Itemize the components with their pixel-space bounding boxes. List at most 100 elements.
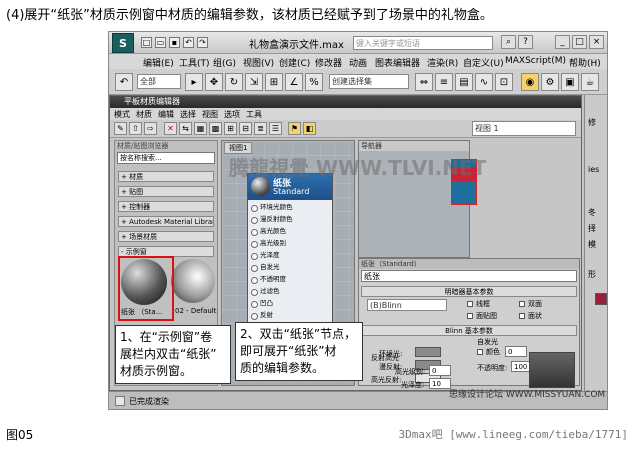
menu-item[interactable]: 视图(V): [243, 56, 274, 69]
layout-children-icon[interactable]: ⊟: [239, 122, 252, 135]
face-map-checkbox[interactable]: [467, 313, 473, 319]
open-file-icon[interactable]: ▭: [155, 37, 166, 48]
snap-icon[interactable]: ⊞: [265, 73, 283, 91]
panel-tab[interactable]: 冬: [588, 207, 596, 218]
panel-tab[interactable]: 择: [588, 223, 596, 234]
slate-menu-item[interactable]: 视图: [202, 109, 218, 120]
self-illum-value[interactable]: 0: [505, 346, 527, 357]
mirror-icon[interactable]: ⇔: [415, 73, 433, 91]
slate-menu-item[interactable]: 选项: [224, 109, 240, 120]
slate-menu-item[interactable]: 编辑: [158, 109, 174, 120]
blinn-rollout[interactable]: Blinn 基本参数: [361, 325, 577, 336]
search-input[interactable]: 键入关键字或短语: [353, 36, 493, 50]
assign-icon[interactable]: ⇨: [144, 122, 157, 135]
move-children-icon[interactable]: ⇆: [179, 122, 192, 135]
show-map-icon[interactable]: ▦: [194, 122, 207, 135]
rotate-icon[interactable]: ↻: [225, 73, 243, 91]
node-slot[interactable]: 光泽度: [250, 250, 280, 262]
select-icon[interactable]: ▸: [185, 73, 203, 91]
node-slot[interactable]: 漫反射颜色: [250, 214, 293, 226]
align-icon[interactable]: ≡: [435, 73, 453, 91]
scale-icon[interactable]: ⇲: [245, 73, 263, 91]
material-map-navigator-icon[interactable]: ≣: [254, 122, 267, 135]
menu-item[interactable]: 编辑(E): [143, 56, 174, 69]
save-file-icon[interactable]: ▪: [169, 37, 180, 48]
select-by-material-icon[interactable]: ⚑: [288, 122, 301, 135]
put-to-scene-icon[interactable]: ⇧: [129, 122, 142, 135]
rollout-controllers[interactable]: + 控制器: [118, 201, 214, 212]
show-end-result-icon[interactable]: ◧: [303, 122, 316, 135]
panel-tab[interactable]: 形: [588, 269, 596, 280]
rollout-maps[interactable]: + 贴图: [118, 186, 214, 197]
node-slot[interactable]: 反射: [250, 310, 273, 322]
material-node-paper[interactable]: 纸张 Standard 环境光颜色 漫反射颜色 高光颜色 高光级别 光泽度 自发…: [247, 173, 333, 333]
node-slot[interactable]: 高光颜色: [250, 226, 286, 238]
move-icon[interactable]: ✥: [205, 73, 223, 91]
layer-icon[interactable]: ▤: [455, 73, 473, 91]
rollout-scene-materials[interactable]: + 场景材质: [118, 231, 214, 242]
close-button[interactable]: ×: [589, 35, 604, 49]
gloss-value[interactable]: 10: [429, 378, 451, 389]
search-icon[interactable]: ⌕: [501, 35, 516, 49]
object-color-swatch[interactable]: [595, 293, 607, 305]
pick-material-icon[interactable]: ✎: [114, 122, 127, 135]
undo-icon[interactable]: ↶: [115, 73, 133, 91]
app-logo-icon[interactable]: S: [112, 33, 134, 53]
menu-item[interactable]: 工具(T): [179, 56, 210, 69]
slate-menu-item[interactable]: 模式: [114, 109, 130, 120]
menu-item[interactable]: MAXScript(M): [505, 56, 566, 66]
node-slot[interactable]: 凹凸: [250, 298, 273, 310]
two-sided-checkbox[interactable]: [519, 301, 525, 307]
wire-checkbox[interactable]: [467, 301, 473, 307]
menu-item[interactable]: 动画: [349, 56, 367, 69]
layout-icon[interactable]: ⊞: [224, 122, 237, 135]
selection-filter-combo[interactable]: 全部: [137, 74, 181, 89]
render-setup-icon[interactable]: ⚙: [541, 73, 559, 91]
redo-icon[interactable]: ↷: [197, 37, 208, 48]
faceted-checkbox[interactable]: [519, 313, 525, 319]
show-background-icon[interactable]: ▩: [209, 122, 222, 135]
shader-rollout[interactable]: 明暗器基本参数: [361, 286, 577, 297]
material-name-field[interactable]: 纸张: [361, 270, 577, 282]
node-slot[interactable]: 过滤色: [250, 286, 280, 298]
slate-menu-item[interactable]: 工具: [246, 109, 262, 120]
schematic-icon[interactable]: ⊡: [495, 73, 513, 91]
named-selection-combo[interactable]: 创建选择集: [329, 74, 409, 89]
slate-menu-item[interactable]: 选择: [180, 109, 196, 120]
render-frame-icon[interactable]: ▣: [561, 73, 579, 91]
menu-item[interactable]: 组(G): [213, 56, 236, 69]
view-select-combo[interactable]: 视图 1: [472, 121, 576, 136]
menu-item[interactable]: 自定义(U): [463, 56, 504, 69]
undo-icon[interactable]: ↶: [183, 37, 194, 48]
slate-menu-item[interactable]: 材质: [136, 109, 152, 120]
rollout-autodesk-library[interactable]: + Autodesk Material Library: [118, 216, 214, 227]
ambient-swatch[interactable]: [415, 347, 441, 357]
node-slot[interactable]: 高光级别: [250, 238, 286, 250]
angle-snap-icon[interactable]: ∠: [285, 73, 303, 91]
percent-snap-icon[interactable]: %: [305, 73, 323, 91]
spec-level-value[interactable]: 0: [429, 365, 451, 376]
minimize-button[interactable]: _: [555, 35, 570, 49]
maximize-button[interactable]: □: [572, 35, 587, 49]
curve-editor-icon[interactable]: ∿: [475, 73, 493, 91]
browser-search-input[interactable]: 按名称搜索...: [117, 152, 215, 164]
self-illum-color-checkbox[interactable]: [477, 349, 483, 355]
delete-icon[interactable]: ✕: [164, 122, 177, 135]
rollout-materials[interactable]: + 材质: [118, 171, 214, 182]
menu-item[interactable]: 渲染(R): [427, 56, 458, 69]
menu-item[interactable]: 创建(C): [279, 56, 310, 69]
node-slot[interactable]: 不透明度: [250, 274, 286, 286]
menu-item[interactable]: 图表编辑器: [375, 56, 420, 69]
menu-item[interactable]: 帮助(H): [569, 56, 601, 69]
menu-item[interactable]: 修改器: [315, 56, 342, 69]
panel-tab[interactable]: ies: [588, 165, 599, 174]
node-slot[interactable]: 环境光颜色: [250, 202, 293, 214]
panel-tab[interactable]: 修: [588, 117, 596, 128]
sample-slot-default[interactable]: [171, 259, 215, 303]
parameter-editor-icon[interactable]: ☰: [269, 122, 282, 135]
material-editor-icon[interactable]: ◉: [521, 73, 539, 91]
render-icon[interactable]: ☕: [581, 73, 599, 91]
shader-type-combo[interactable]: (B)Blinn: [367, 299, 447, 311]
node-slot[interactable]: 自发光: [250, 262, 280, 274]
help-icon[interactable]: ?: [518, 35, 533, 49]
